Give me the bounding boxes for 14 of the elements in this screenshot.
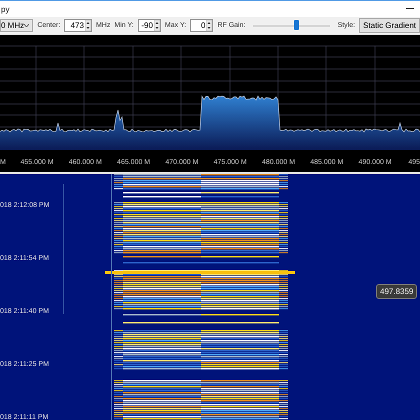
caret-icon bbox=[24, 24, 30, 27]
minimize-icon[interactable] bbox=[406, 8, 414, 10]
rf-gain-slider[interactable] bbox=[253, 19, 330, 32]
window-title: py bbox=[0, 4, 10, 14]
spinner-icon[interactable] bbox=[154, 20, 160, 31]
slider-thumb[interactable] bbox=[294, 20, 300, 30]
spinner-icon[interactable] bbox=[84, 20, 91, 31]
span-dropdown[interactable]: 0 MHz bbox=[0, 19, 34, 32]
style-dropdown[interactable]: Static Gradient bbox=[359, 18, 420, 33]
max-y-field[interactable]: 0 bbox=[190, 19, 214, 32]
frequency-tooltip: 497.8359 bbox=[376, 284, 418, 299]
spinner-icon[interactable] bbox=[206, 20, 212, 31]
center-field[interactable]: 473 bbox=[64, 19, 92, 32]
min-y-field[interactable]: -90 bbox=[138, 19, 161, 32]
